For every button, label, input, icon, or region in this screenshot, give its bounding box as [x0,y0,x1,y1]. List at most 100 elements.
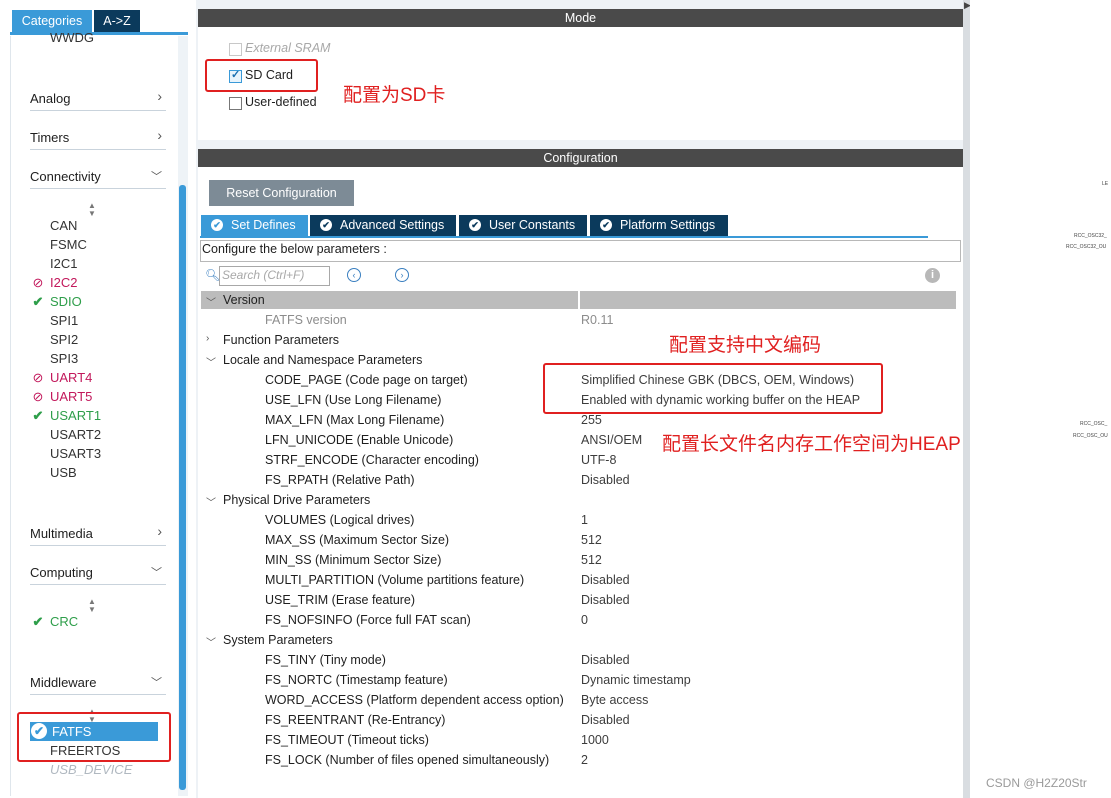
tab-set-defines[interactable]: ✔ Set Defines [201,215,308,236]
list-item-usb[interactable]: USB [50,464,77,482]
list-item-usart3[interactable]: USART3 [50,445,101,463]
annotation-chinese-encoding: 配置支持中文编码 [669,335,822,356]
param-name[interactable]: MAX_SS (Maximum Sector Size) [265,533,449,547]
param-name[interactable]: FS_REENTRANT (Re-Entrancy) [265,713,445,727]
param-name[interactable]: USE_LFN (Use Long Filename) [265,393,441,407]
chevron-down-icon[interactable]: ﹀ [206,294,216,309]
param-value[interactable]: 512 [581,553,602,567]
tab-label: Advanced Settings [340,218,445,232]
list-item-spi3[interactable]: SPI3 [50,350,78,368]
param-value[interactable]: Disabled [581,573,630,587]
chevron-right-icon: › [157,523,162,539]
chevron-down-icon[interactable]: ﹀ [206,494,216,509]
param-value[interactable]: Disabled [581,593,630,607]
param-value[interactable]: 255 [581,413,602,427]
info-icon[interactable]: i [925,268,940,283]
next-icon[interactable]: › [395,268,409,282]
param-name[interactable]: WORD_ACCESS (Platform dependent access o… [265,693,564,707]
param-value[interactable]: 0 [581,613,588,627]
category-timers[interactable]: Timers › [30,127,166,150]
user-defined-checkbox[interactable] [229,97,242,110]
tab-user-constants[interactable]: ✔ User Constants [459,215,587,236]
param-name[interactable]: LFN_UNICODE (Enable Unicode) [265,433,453,447]
category-connectivity[interactable]: Connectivity ﹀ [30,166,166,189]
chevron-down-icon[interactable]: ﹀ [206,634,216,649]
category-computing[interactable]: Computing ﹀ [30,562,166,585]
list-item-fsmc[interactable]: FSMC [50,236,87,254]
list-item-wwdg[interactable]: WWDG [50,29,94,47]
group-function-parameters[interactable]: Function Parameters [223,333,339,347]
right-scrollbar[interactable] [963,0,970,798]
user-defined-label[interactable]: User-defined [245,95,317,109]
param-name[interactable]: CODE_PAGE (Code page on target) [265,373,468,387]
param-name[interactable]: FS_LOCK (Number of files opened simultan… [265,753,549,767]
param-value[interactable]: 1000 [581,733,609,747]
list-item-usart2[interactable]: USART2 [50,426,101,444]
previous-icon[interactable]: ‹ [347,268,361,282]
column-divider [578,291,580,309]
category-multimedia[interactable]: Multimedia › [30,523,166,546]
param-value[interactable]: Dynamic timestamp [581,673,691,687]
param-value: R0.11 [581,313,614,327]
check-circle-icon: ✔ [600,219,612,231]
list-item-i2c1[interactable]: I2C1 [50,255,77,273]
list-item-spi2[interactable]: SPI2 [50,331,78,349]
pin-label: RCC_OSC_ [1080,421,1108,427]
param-name[interactable]: FS_NOFSINFO (Force full FAT scan) [265,613,471,627]
param-name[interactable]: MIN_SS (Minimum Sector Size) [265,553,441,567]
param-name[interactable]: USE_TRIM (Erase feature) [265,593,415,607]
param-name[interactable]: FS_RPATH (Relative Path) [265,473,415,487]
annotation-heap-buffer: 配置长文件名内存工作空间为HEAP [662,434,961,455]
tab-platform-settings[interactable]: ✔ Platform Settings [590,215,728,236]
group-locale-namespace[interactable]: Locale and Namespace Parameters [223,353,422,367]
reset-configuration-button[interactable]: Reset Configuration [209,180,354,206]
list-item-can[interactable]: CAN [50,217,77,235]
tab-label: Set Defines [231,218,296,232]
param-name[interactable]: FS_TINY (Tiny mode) [265,653,386,667]
category-label: Computing [30,565,93,580]
category-label: Middleware [30,675,97,690]
param-value[interactable]: Disabled [581,473,630,487]
highlight-box [543,363,883,414]
pin-label: RCC_OSC32_OU [1066,244,1107,250]
sort-updown-icon[interactable]: ▲ ▼ [88,202,96,218]
tab-a-z[interactable]: A->Z [94,10,140,32]
pin-label: LE [1102,181,1109,187]
chevron-down-icon: ﹀ [151,677,162,689]
pinout-view-edge [970,0,1111,798]
panel-divider [10,36,11,796]
group-system-parameters[interactable]: System Parameters [223,633,333,647]
param-name[interactable]: FS_NORTC (Timestamp feature) [265,673,448,687]
list-item-crc[interactable]: CRC [50,613,78,631]
list-item-i2c2[interactable]: I2C2 [50,274,77,292]
param-value[interactable]: Byte access [581,693,648,707]
list-item-sdio[interactable]: SDIO [50,293,82,311]
param-name[interactable]: MAX_LFN (Max Long Filename) [265,413,444,427]
param-value[interactable]: Disabled [581,713,630,727]
chevron-down-icon: ﹀ [151,567,162,579]
param-value[interactable]: Disabled [581,653,630,667]
category-label: Analog [30,91,71,106]
sort-updown-icon[interactable]: ▲ ▼ [88,598,96,614]
list-item-spi1[interactable]: SPI1 [50,312,78,330]
param-value[interactable]: 1 [581,513,588,527]
category-middleware[interactable]: Middleware ﹀ [30,672,166,695]
param-value[interactable]: ANSI/OEM [581,433,642,447]
param-value[interactable]: 2 [581,753,588,767]
left-scrollbar-thumb[interactable] [179,185,186,790]
list-item-usart1[interactable]: USART1 [50,407,101,425]
param-name[interactable]: FS_TIMEOUT (Timeout ticks) [265,733,429,747]
param-name[interactable]: STRF_ENCODE (Character encoding) [265,453,479,467]
chevron-right-icon[interactable]: › [206,333,209,344]
list-item-uart5[interactable]: UART5 [50,388,92,406]
group-physical-drive[interactable]: Physical Drive Parameters [223,493,370,507]
param-value[interactable]: 512 [581,533,602,547]
param-value[interactable]: UTF-8 [581,453,616,467]
chevron-down-icon[interactable]: ﹀ [206,354,216,369]
group-version[interactable]: Version [223,293,265,307]
tab-advanced-settings[interactable]: ✔ Advanced Settings [310,215,456,236]
param-name[interactable]: VOLUMES (Logical drives) [265,513,414,527]
category-analog[interactable]: Analog › [30,88,166,111]
list-item-uart4[interactable]: UART4 [50,369,92,387]
param-name[interactable]: MULTI_PARTITION (Volume partitions featu… [265,573,524,587]
